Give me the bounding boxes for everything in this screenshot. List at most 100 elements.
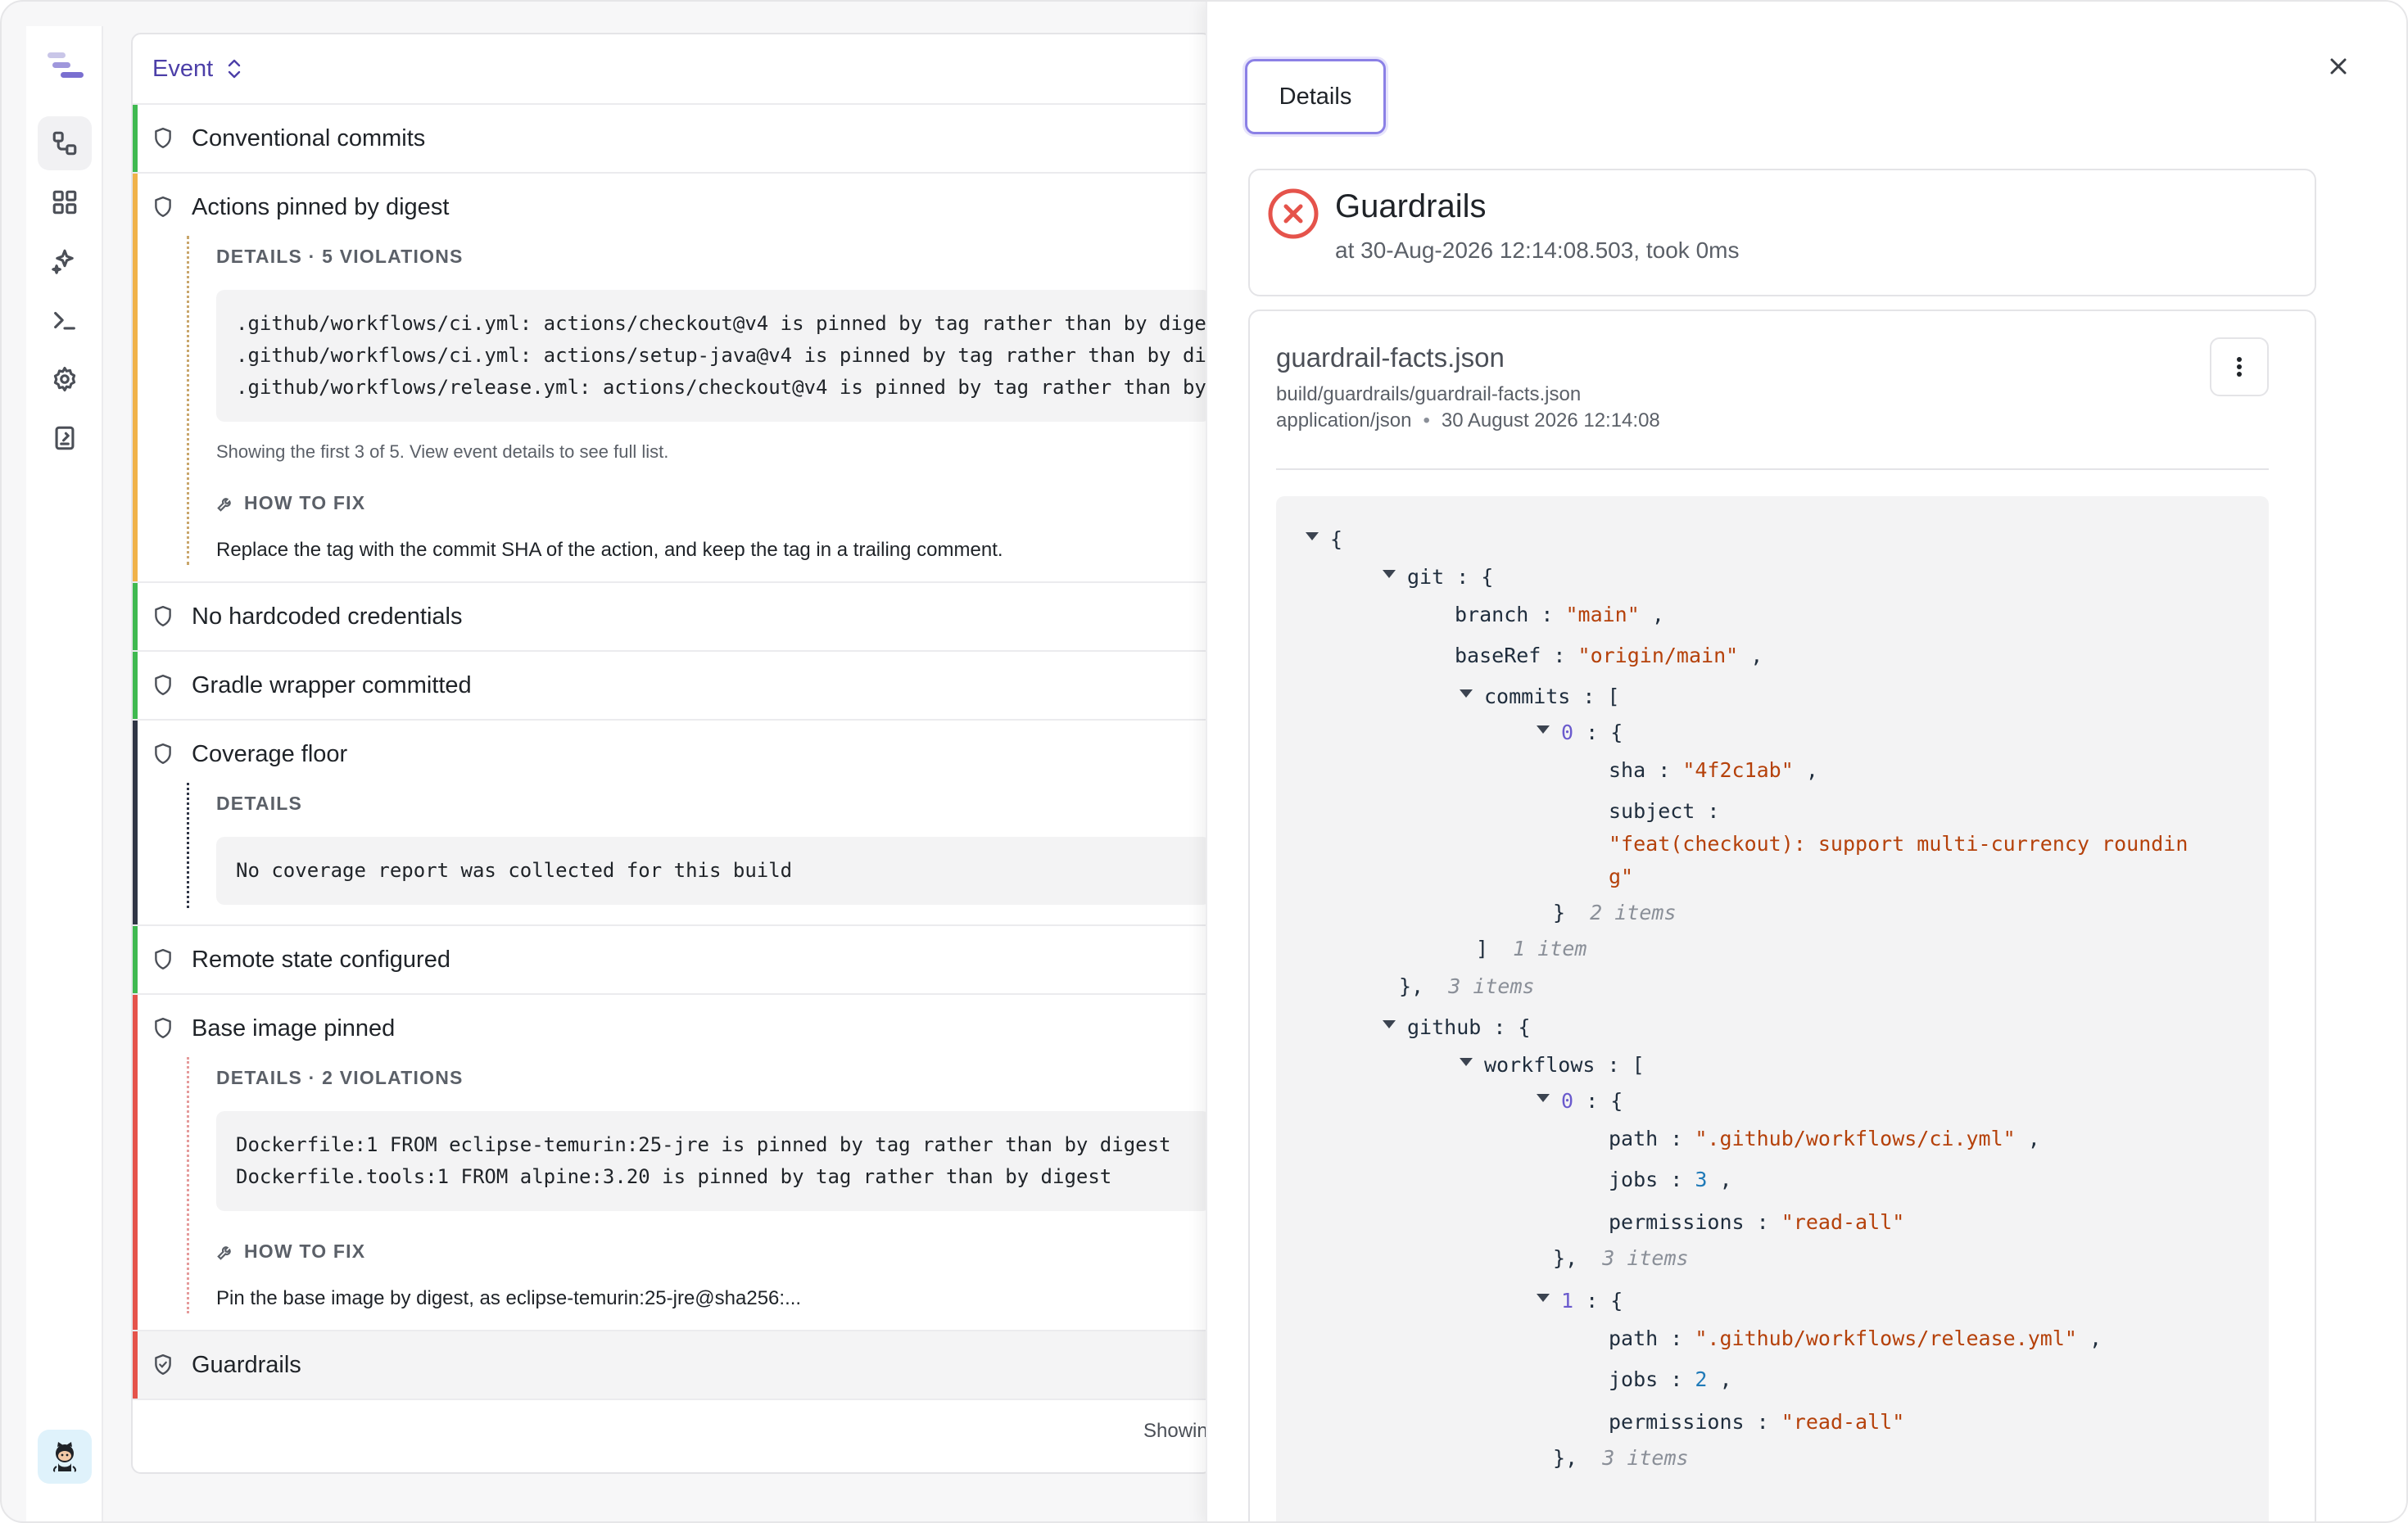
details-code: No coverage report was collected for thi… [216, 837, 1211, 905]
collapse-toggle[interactable] [1460, 1058, 1473, 1066]
details-label: DETAILS · 2 VIOLATIONS [216, 1067, 464, 1088]
events-table-header[interactable]: Event [133, 34, 1211, 105]
shield-icon [155, 127, 171, 148]
collapse-toggle[interactable] [1537, 725, 1550, 734]
nav-dashboard[interactable] [38, 175, 92, 229]
file-name: guardrail-facts.json [1276, 342, 1505, 373]
status-title: Guardrails [1335, 188, 1487, 224]
more-options-button[interactable] [2210, 337, 2269, 396]
wrench-icon [217, 1245, 231, 1260]
shield-check-icon [155, 1354, 171, 1375]
status-subtitle: at 30-Aug-2026 12:14:08.503, took 0ms [1335, 237, 1740, 263]
status-bar [133, 995, 138, 1330]
event-title: Actions pinned by digest [192, 193, 450, 220]
tab-details[interactable]: Details [1245, 59, 1386, 134]
divider [1276, 468, 2269, 470]
wrench-icon [217, 497, 231, 512]
report-icon [55, 426, 75, 450]
details-label: DETAILS [216, 793, 303, 814]
event-row[interactable]: Coverage floor DETAILS No coverage repor… [133, 721, 1211, 926]
nav-rail [26, 26, 103, 1521]
shield-icon [155, 948, 171, 969]
event-row[interactable]: Actions pinned by digest DETAILS · 5 VIO… [133, 174, 1211, 583]
nav-settings[interactable] [38, 352, 92, 406]
event-row[interactable]: No hardcoded credentials [133, 583, 1211, 652]
event-row[interactable]: Conventional commits [133, 105, 1211, 174]
attachment-card: guardrail-facts.json build/guardrails/gu… [1248, 310, 2316, 1521]
detail-connector [187, 236, 189, 565]
event-row[interactable]: Remote state configured [133, 926, 1211, 995]
shield-icon [155, 743, 171, 764]
event-details: DETAILS No coverage report was collected… [187, 783, 1211, 924]
tab-details-label: Details [1279, 83, 1352, 111]
how-to-fix-label: HOW TO FIX [216, 492, 1211, 514]
status-bar [133, 721, 138, 924]
shield-icon [155, 1017, 171, 1038]
collapse-toggle[interactable] [1383, 1020, 1396, 1028]
collapse-toggle[interactable] [1537, 1094, 1550, 1102]
nav-terminal[interactable] [38, 293, 92, 347]
event-row-selected[interactable]: Guardrails [133, 1331, 1211, 1400]
truncation-note: Showing the first 3 of 5. View event det… [216, 441, 669, 462]
violations-code: .github/workflows/ci.yml: actions/checko… [216, 290, 1211, 422]
shield-icon [155, 605, 171, 626]
how-to-fix-text: Replace the tag with the commit SHA of t… [216, 539, 1003, 561]
error-circle-icon [1268, 188, 1319, 239]
sort-icon[interactable] [224, 56, 244, 81]
file-meta: application/json • 30 August 2026 12:14:08 [1276, 409, 1660, 432]
logo-icon[interactable] [41, 46, 90, 87]
nav-reports[interactable] [38, 411, 92, 465]
dashboard-icon [52, 190, 77, 215]
status-card: Guardrails at 30-Aug-2026 12:14:08.503, … [1248, 169, 2316, 296]
event-title: No hardcoded credentials [192, 603, 463, 630]
terminal-icon [54, 311, 75, 330]
events-panel: Event Conventional commits Actions pinne… [131, 33, 1212, 1474]
more-vertical-icon [2237, 357, 2242, 377]
violations-code: Dockerfile:1 FROM eclipse-temurin:25-jre… [216, 1111, 1211, 1211]
status-bar [133, 105, 138, 172]
pagination-text: Showin [1143, 1420, 1208, 1442]
details-drawer: Details Guardrails at 30-Aug-2026 12:14:… [1206, 2, 2406, 1521]
event-row[interactable]: Gradle wrapper committed [133, 652, 1211, 721]
event-title: Coverage floor [192, 740, 348, 767]
json-viewer: { git : { branch : "main" , baseRef : "o… [1276, 496, 2269, 1521]
file-path: build/guardrails/guardrail-facts.json [1276, 383, 1582, 405]
nav-insights[interactable] [38, 234, 92, 288]
status-bar [133, 583, 138, 650]
collapse-toggle[interactable] [1383, 570, 1396, 578]
status-bar [133, 174, 138, 581]
event-title: Base image pinned [192, 1015, 396, 1042]
github-avatar-icon [52, 1442, 77, 1472]
event-details: DETAILS · 5 VIOLATIONS .github/workflows… [187, 236, 1211, 581]
detail-connector [187, 1057, 189, 1313]
file-date: 30 August 2026 12:14:08 [1441, 409, 1660, 432]
sparkle-icon [52, 249, 74, 274]
settings-icon [53, 366, 76, 392]
status-bar [133, 926, 138, 993]
event-title: Guardrails [192, 1351, 301, 1378]
close-button[interactable] [2324, 52, 2352, 80]
event-row[interactable]: Base image pinned DETAILS · 2 VIOLATIONS… [133, 995, 1211, 1331]
event-column-label[interactable]: Event [152, 56, 213, 83]
status-bar [133, 652, 138, 719]
file-type: application/json [1276, 409, 1412, 432]
nav-workflows[interactable] [38, 116, 92, 170]
detail-connector [187, 783, 189, 908]
workflow-icon [52, 131, 77, 156]
collapse-toggle[interactable] [1306, 532, 1319, 540]
shield-icon [155, 674, 171, 695]
event-details: DETAILS · 2 VIOLATIONS Dockerfile:1 FROM… [187, 1057, 1211, 1330]
event-title: Remote state configured [192, 946, 450, 973]
status-bar [133, 1331, 138, 1399]
details-label: DETAILS · 5 VIOLATIONS [216, 246, 464, 267]
collapse-toggle[interactable] [1460, 689, 1473, 698]
user-avatar[interactable] [38, 1430, 92, 1484]
how-to-fix-text: Pin the base image by digest, as eclipse… [216, 1287, 802, 1309]
close-icon [2330, 58, 2347, 75]
shield-icon [155, 196, 171, 217]
event-title: Gradle wrapper committed [192, 671, 472, 698]
how-to-fix-label: HOW TO FIX [216, 1241, 1211, 1263]
app-window: Event Conventional commits Actions pinne… [0, 0, 2408, 1523]
event-title: Conventional commits [192, 124, 426, 151]
collapse-toggle[interactable] [1537, 1294, 1550, 1302]
